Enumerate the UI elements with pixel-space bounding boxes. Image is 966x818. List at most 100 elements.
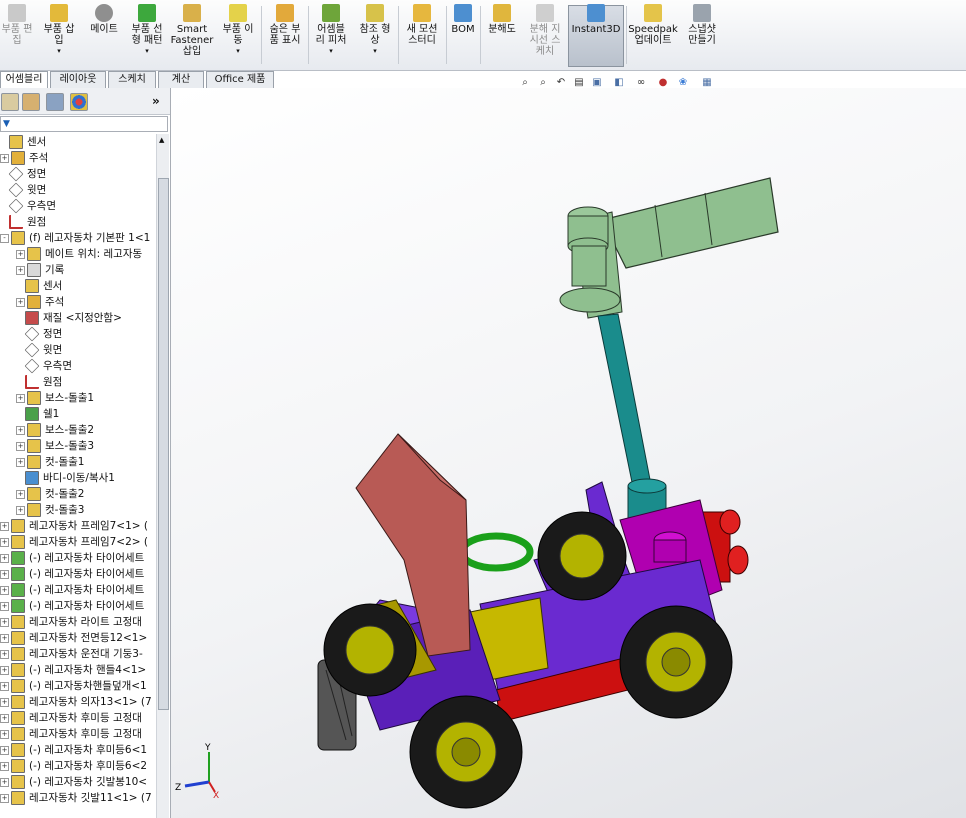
flag-pole[interactable] <box>597 313 667 527</box>
configuration-manager-tab-icon[interactable] <box>46 93 64 111</box>
tree-scroll-thumb[interactable] <box>158 178 169 710</box>
expand-toggle-icon[interactable]: + <box>0 681 9 691</box>
tree-item[interactable]: + 컷-돌출3 <box>16 502 84 518</box>
expand-toggle-icon[interactable]: + <box>0 761 9 771</box>
display-manager-tab-icon[interactable] <box>70 93 88 111</box>
tree-item[interactable]: + (-) 레고자동차 타이어세트 <box>0 566 144 582</box>
reference-geometry-dropdown-icon[interactable]: ▾ <box>373 47 377 55</box>
expand-toggle-icon[interactable]: + <box>16 265 25 275</box>
tree-item[interactable]: + 레고자동차 깃발11<1> (7 <box>0 790 152 806</box>
expand-toggle-icon[interactable]: + <box>0 633 9 643</box>
snapshot-button[interactable]: 스냅샷 만들기 <box>680 4 724 46</box>
tree-item[interactable]: 센서 <box>16 278 62 294</box>
expand-toggle-icon[interactable]: + <box>0 697 9 707</box>
tree-item[interactable]: + (-) 레고자동차 후미등6<1 <box>0 742 147 758</box>
tree-item[interactable]: + 기록 <box>16 262 64 278</box>
tree-item[interactable]: + 컷-돌출1 <box>16 454 84 470</box>
tree-item[interactable]: 센서 <box>0 134 46 150</box>
tree-item[interactable]: + 주석 <box>16 294 64 310</box>
feature-manager-tab-icon[interactable] <box>1 93 19 111</box>
property-manager-tab-icon[interactable] <box>22 93 40 111</box>
tree-item[interactable]: + (-) 레고자동차 핸들4<1> <box>0 662 146 678</box>
tree-item[interactable]: 재질 <지정안함> <box>16 310 122 326</box>
tree-vertical-scrollbar[interactable]: ▲ <box>156 134 169 818</box>
tab-assembly[interactable]: 어셈블리 <box>0 71 48 89</box>
tree-item[interactable]: + (-) 레고자동차 타이어세트 <box>0 550 144 566</box>
panel-collapse-icon[interactable]: » <box>152 94 160 108</box>
tree-item[interactable]: 정면 <box>0 166 46 182</box>
smart-fastener-button[interactable]: Smart Fastener 삽입 <box>170 4 214 57</box>
tree-item[interactable]: + 메이트 위치: 레고자동 <box>16 246 142 262</box>
expand-toggle-icon[interactable]: + <box>0 665 9 675</box>
tab-evaluate[interactable]: 계산 <box>158 71 204 89</box>
expand-toggle-icon[interactable]: + <box>16 249 25 259</box>
explode-line-sketch-button[interactable]: 분해 지 시선 스 케치 <box>524 4 566 57</box>
reference-geometry-button[interactable]: 참조 형 상 ▾ <box>354 4 396 55</box>
insert-component-dropdown-icon[interactable]: ▾ <box>57 47 61 55</box>
expand-toggle-icon[interactable]: + <box>0 617 9 627</box>
tree-item[interactable]: + 컷-돌출2 <box>16 486 84 502</box>
tree-item[interactable]: + 레고자동차 프레임7<1> ( <box>0 518 148 534</box>
expand-toggle-icon[interactable]: + <box>0 601 9 611</box>
tree-item[interactable]: + 주석 <box>0 150 48 166</box>
expand-toggle-icon[interactable]: + <box>0 537 9 547</box>
assembly-features-dropdown-icon[interactable]: ▾ <box>329 47 333 55</box>
exploded-view-button[interactable]: 분해도 <box>482 4 522 35</box>
tree-item[interactable]: 정면 <box>16 326 62 342</box>
linear-pattern-button[interactable]: 부품 선 형 패턴 ▾ <box>126 4 168 55</box>
expand-toggle-icon[interactable]: + <box>0 521 9 531</box>
expand-toggle-icon[interactable]: + <box>0 793 9 803</box>
wheel-front-right[interactable] <box>409 695 523 809</box>
tree-item[interactable]: + 레고자동차 전면등12<1> <box>0 630 147 646</box>
tree-item[interactable]: + 레고자동차 라이트 고정대 <box>0 614 142 630</box>
speedpak-button[interactable]: Speedpak 업데이트 <box>628 4 678 46</box>
tree-item[interactable]: + (-) 레고자동차 깃발봉10< <box>0 774 147 790</box>
tree-item[interactable]: + (-) 레고자동차핸들덮개<1 <box>0 678 147 694</box>
tree-item[interactable]: 쉘1 <box>16 406 59 422</box>
bom-button[interactable]: BOM <box>448 4 478 35</box>
tree-item[interactable]: 바디-이동/복사1 <box>16 470 115 486</box>
lego-car-model[interactable] <box>171 88 966 818</box>
tree-item[interactable]: + 보스-돌출2 <box>16 422 94 438</box>
tree-item[interactable]: 윗면 <box>16 342 62 358</box>
tree-item[interactable]: 원점 <box>0 214 46 230</box>
tree-item[interactable]: + (-) 레고자동차 타이어세트 <box>0 598 144 614</box>
expand-toggle-icon[interactable]: + <box>16 297 25 307</box>
expand-toggle-icon[interactable]: + <box>0 777 9 787</box>
move-component-dropdown-icon[interactable]: ▾ <box>236 47 240 55</box>
insert-component-button[interactable]: 부품 삽 입 ▾ <box>36 4 82 55</box>
tree-item[interactable]: + (-) 레고자동차 후미등6<2 <box>0 758 147 774</box>
tab-office-products[interactable]: Office 제품 <box>206 71 274 89</box>
filter-icon[interactable]: ▼ <box>3 117 10 131</box>
move-component-button[interactable]: 부품 이 동 ▾ <box>216 4 260 55</box>
expand-toggle-icon[interactable]: + <box>0 729 9 739</box>
tree-item[interactable]: 우측면 <box>16 358 72 374</box>
tree-item[interactable]: + 보스-돌출1 <box>16 390 94 406</box>
tree-item[interactable]: + 레고자동차 후미등 고정대 <box>0 726 142 742</box>
expand-toggle-icon[interactable]: + <box>16 457 25 467</box>
tree-item[interactable]: + 레고자동차 운전대 기둥3- <box>0 646 143 662</box>
expand-toggle-icon[interactable]: + <box>0 585 9 595</box>
tree-item[interactable]: 우측면 <box>0 198 56 214</box>
expand-toggle-icon[interactable]: + <box>16 505 25 515</box>
expand-toggle-icon[interactable]: + <box>16 441 25 451</box>
flag[interactable] <box>559 177 779 319</box>
edit-component-button[interactable]: 부품 편 집 <box>0 4 34 46</box>
tree-item[interactable]: 원점 <box>16 374 62 390</box>
tree-item[interactable]: - (f) 레고자동차 기본판 1<1 <box>0 230 150 246</box>
expand-toggle-icon[interactable]: + <box>0 153 9 163</box>
expand-toggle-icon[interactable]: + <box>0 745 9 755</box>
linear-pattern-dropdown-icon[interactable]: ▾ <box>145 47 149 55</box>
instant3d-button[interactable]: Instant3D <box>568 4 624 35</box>
tree-item[interactable]: 윗면 <box>0 182 46 198</box>
tree-item[interactable]: + 보스-돌출3 <box>16 438 94 454</box>
expand-toggle-icon[interactable]: + <box>0 649 9 659</box>
wheel-rear-left[interactable] <box>619 605 733 719</box>
tree-filter-field[interactable]: ▼ <box>0 116 168 132</box>
tab-sketch[interactable]: 스케치 <box>108 71 156 89</box>
tree-item[interactable]: + 레고자동차 의자13<1> (7 <box>0 694 152 710</box>
wheel-front-left[interactable] <box>323 603 417 697</box>
expand-toggle-icon[interactable]: - <box>0 233 9 243</box>
expand-toggle-icon[interactable]: + <box>16 425 25 435</box>
tree-item[interactable]: + (-) 레고자동차 타이어세트 <box>0 582 144 598</box>
